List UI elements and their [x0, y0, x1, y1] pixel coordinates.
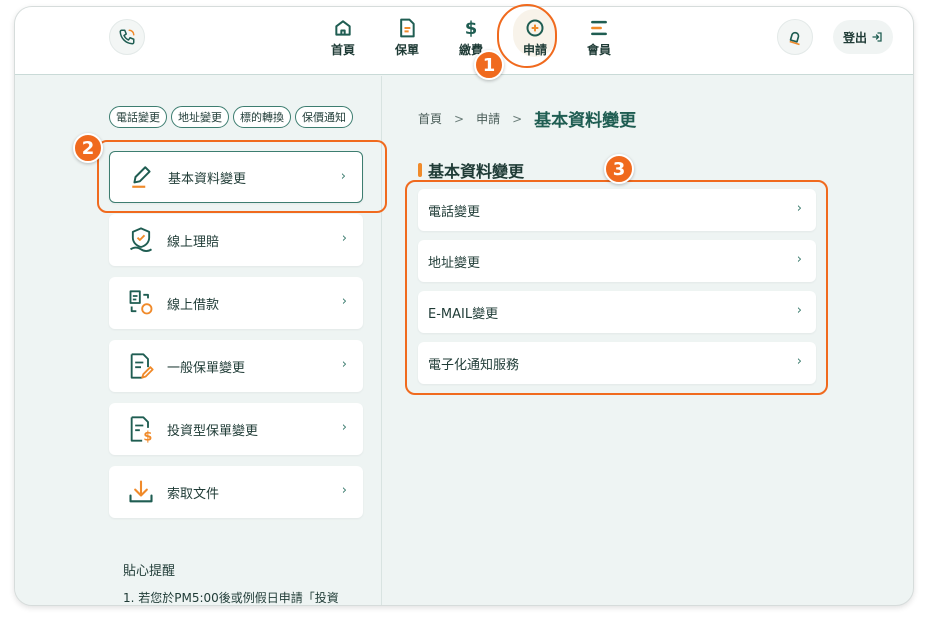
notification-button[interactable] [776, 19, 813, 55]
sidebar-item-online-loan[interactable]: 線上借款 › [109, 277, 363, 329]
breadcrumb-apply[interactable]: 申請 [476, 110, 500, 127]
chevron-right-icon: › [341, 231, 347, 246]
nav-home[interactable]: 首頁 [311, 17, 375, 58]
logout-label: 登出 [842, 30, 867, 45]
chevron-right-icon: › [341, 294, 347, 309]
chevron-right-icon: › [341, 357, 347, 372]
logout-icon [872, 32, 882, 42]
breadcrumb-current: 基本資料變更 [534, 111, 637, 131]
title-accent-bar [418, 163, 422, 177]
document-dollar-icon: $ [130, 416, 152, 443]
section-title-text: 基本資料變更 [428, 162, 525, 181]
tips-title: 貼心提醒 [123, 564, 176, 579]
chevron-right-icon: › [341, 483, 347, 498]
bell-icon [789, 31, 800, 46]
dollar-icon: $ [464, 17, 478, 39]
quick-links: 電話變更 地址變更 標的轉換 保價通知 [109, 106, 353, 128]
section-title: 基本資料變更 [418, 158, 524, 182]
breadcrumb-separator: > [512, 111, 523, 126]
nav-policy[interactable]: 保單 [375, 17, 439, 58]
sidebar-item-investment-policy-change[interactable]: $ 投資型保單變更 › [109, 403, 363, 455]
menu-lines-icon [591, 20, 607, 36]
sidebar-item-label: 線上借款 [167, 297, 220, 313]
sidebar-item-policy-change[interactable]: 一般保單變更 › [109, 340, 363, 392]
callout-box-sidebar [97, 140, 387, 213]
download-icon [129, 480, 153, 503]
loan-exchange-icon [129, 290, 153, 315]
callout-badge-1: 1 [474, 50, 504, 80]
svg-text:$: $ [143, 430, 152, 443]
callout-badge-3: 3 [604, 154, 634, 184]
nav-member-label: 會員 [586, 43, 611, 57]
breadcrumb-home[interactable]: 首頁 [418, 110, 442, 127]
nav-policy-label: 保單 [394, 43, 419, 57]
top-navigation-bar: 首頁 保單 $ 繳費 申請 會員 登出 [15, 7, 913, 75]
chip-address-change[interactable]: 地址變更 [171, 106, 229, 128]
chip-value-notice[interactable]: 保價通知 [295, 106, 353, 128]
nav-apply-label: 申請 [522, 43, 547, 57]
sidebar-item-label: 一般保單變更 [167, 360, 246, 376]
breadcrumb-separator: > [454, 111, 465, 126]
sidebar-item-request-documents[interactable]: 索取文件 › [109, 466, 363, 518]
shield-hand-icon [129, 227, 153, 253]
sidebar-item-online-claim[interactable]: 線上理賠 › [109, 214, 363, 266]
phone-button[interactable] [109, 19, 145, 55]
callout-badge-2: 2 [73, 133, 103, 163]
breadcrumb: 首頁 > 申請 > 基本資料變更 [418, 106, 636, 131]
logout-button[interactable]: 登出 [832, 20, 893, 54]
nav-home-label: 首頁 [330, 43, 355, 57]
sidebar-item-label: 線上理賠 [167, 234, 220, 250]
chip-fund-switch[interactable]: 標的轉換 [233, 106, 291, 128]
sidebar-item-label: 索取文件 [167, 486, 220, 502]
header-actions: 登出 [776, 19, 893, 55]
sidebar-item-label: 投資型保單變更 [167, 423, 259, 439]
document-edit-icon [130, 353, 154, 379]
home-icon [335, 20, 351, 36]
plus-circle-icon [526, 19, 544, 37]
nav-member[interactable]: 會員 [567, 17, 631, 58]
main-nav: 首頁 保單 $ 繳費 申請 會員 [311, 9, 631, 58]
tips-text: 1. 若您於PM5:00後或例假日申請「投資 [123, 591, 339, 605]
document-icon [400, 18, 415, 38]
chip-phone-change[interactable]: 電話變更 [109, 106, 167, 128]
phone-icon [119, 29, 135, 45]
callout-box-options [405, 180, 828, 395]
chevron-right-icon: › [341, 420, 347, 435]
